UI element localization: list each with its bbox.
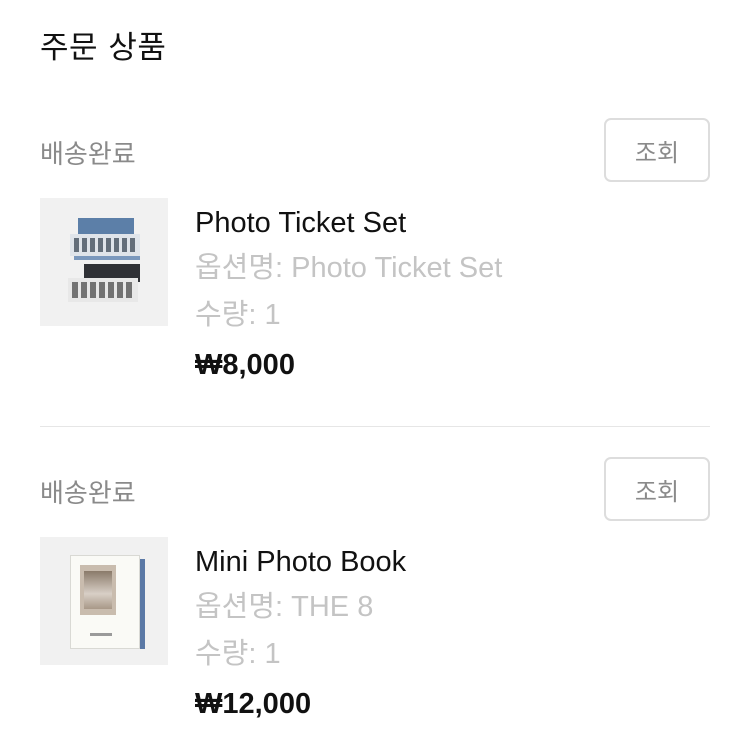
order-item: 배송완료 조회 Photo Ticket Set 옵션명: Photo Tick… — [40, 118, 710, 398]
order-item: 배송완료 조회 Mini Photo Book 옵션명: THE 8 수량: 1… — [40, 457, 710, 737]
product-row: Mini Photo Book 옵션명: THE 8 수량: 1 ₩12,000 — [40, 537, 710, 737]
product-name[interactable]: Photo Ticket Set — [195, 201, 502, 245]
delivery-status: 배송완료 — [40, 140, 136, 170]
delivery-status: 배송완료 — [40, 479, 136, 509]
product-option: 옵션명: THE 8 — [195, 591, 374, 623]
product-name[interactable]: Mini Photo Book — [195, 540, 406, 584]
divider — [40, 426, 710, 427]
order-status-row: 배송완료 조회 — [40, 118, 710, 182]
lookup-button[interactable]: 조회 — [604, 457, 710, 521]
product-price: ₩12,000 — [195, 688, 312, 720]
product-option: 옵션명: Photo Ticket Set — [195, 252, 503, 284]
product-quantity: 수량: 1 — [195, 638, 281, 670]
product-info: Photo Ticket Set 옵션명: Photo Ticket Set 수… — [195, 201, 502, 391]
product-thumbnail[interactable] — [40, 198, 168, 326]
product-row: Photo Ticket Set 옵션명: Photo Ticket Set 수… — [40, 198, 710, 398]
product-quantity: 수량: 1 — [195, 299, 281, 331]
product-thumbnail[interactable] — [40, 537, 168, 665]
product-price: ₩8,000 — [195, 349, 295, 381]
product-info: Mini Photo Book 옵션명: THE 8 수량: 1 ₩12,000 — [195, 540, 406, 730]
lookup-button[interactable]: 조회 — [604, 118, 710, 182]
order-status-row: 배송완료 조회 — [40, 457, 710, 521]
page-title: 주문 상품 — [40, 30, 167, 66]
